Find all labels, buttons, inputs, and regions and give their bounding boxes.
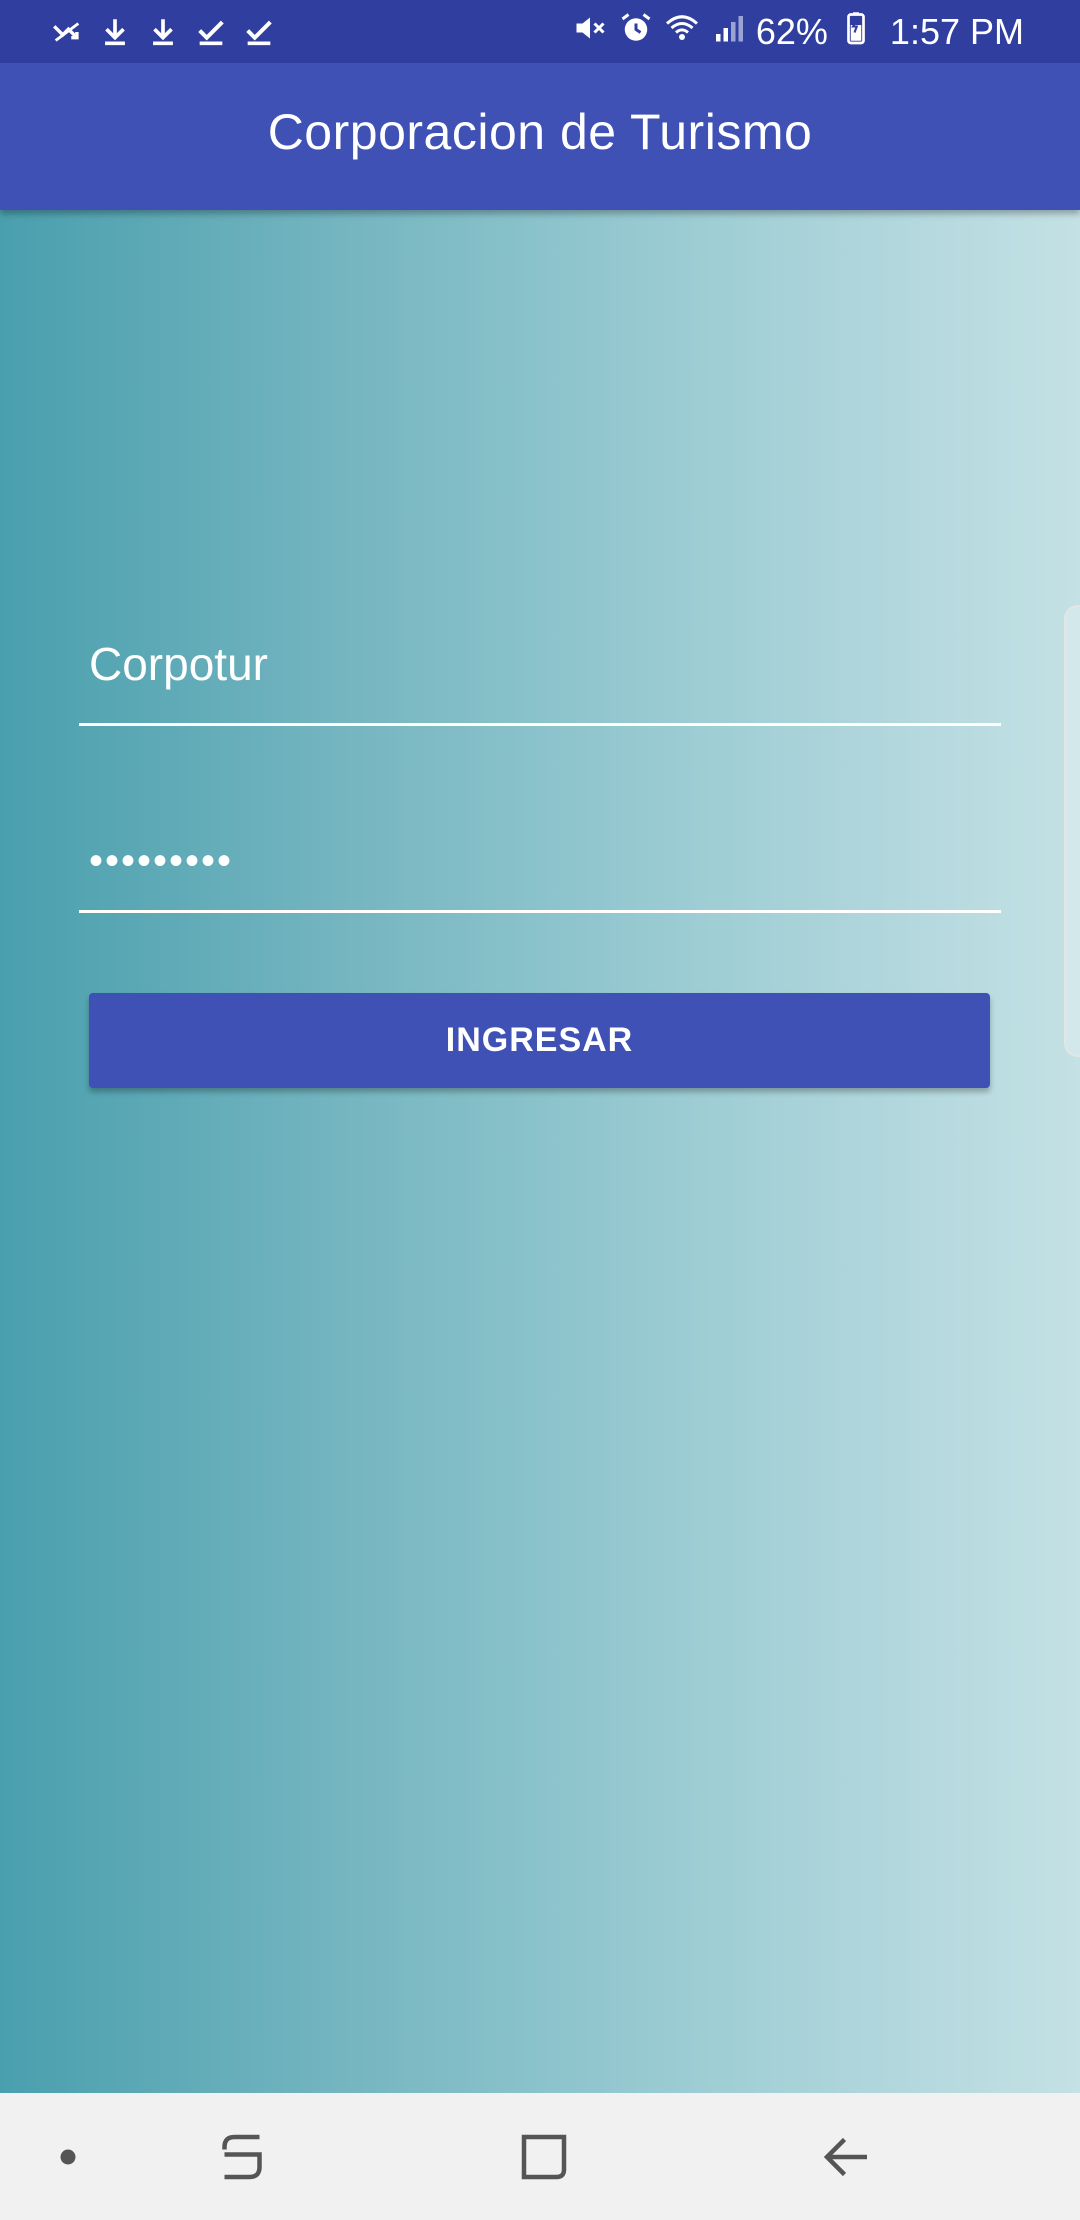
login-screen: Corpotur ••••••••• INGRESAR bbox=[0, 210, 1080, 2093]
check-icon bbox=[242, 15, 276, 49]
username-value: Corpotur bbox=[89, 638, 268, 690]
wifi-icon bbox=[664, 10, 700, 55]
app-title: Corporacion de Turismo bbox=[267, 104, 813, 160]
download-icon bbox=[146, 15, 180, 49]
password-field[interactable]: ••••••••• bbox=[79, 800, 1001, 913]
notification-icons bbox=[50, 12, 276, 52]
download-icon bbox=[98, 15, 132, 49]
screen: 62% 1:57 PM Corporacion de Turismo Corpo… bbox=[0, 0, 1080, 2220]
alarm-icon bbox=[618, 10, 654, 55]
battery-icon bbox=[838, 10, 874, 55]
recents-icon[interactable] bbox=[206, 2121, 278, 2193]
app-bar: Corporacion de Turismo bbox=[0, 63, 1080, 210]
check-icon bbox=[194, 15, 228, 49]
system-icons: 62% 1:57 PM bbox=[572, 10, 1024, 54]
clock: 1:57 PM bbox=[889, 11, 1024, 52]
home-icon[interactable] bbox=[508, 2121, 580, 2193]
signal-icon bbox=[710, 10, 746, 55]
username-field[interactable]: Corpotur bbox=[79, 613, 1001, 726]
status-bar: 62% 1:57 PM bbox=[0, 0, 1080, 63]
navigation-bar bbox=[0, 2093, 1080, 2220]
login-button[interactable]: INGRESAR bbox=[89, 993, 990, 1088]
mute-icon bbox=[572, 10, 608, 55]
battery-percent: 62% bbox=[755, 11, 828, 52]
password-value: ••••••••• bbox=[89, 839, 234, 883]
back-icon[interactable] bbox=[811, 2121, 883, 2193]
edge-panel-handle[interactable] bbox=[1064, 605, 1080, 1057]
dot-icon[interactable] bbox=[32, 2121, 104, 2193]
login-button-label: INGRESAR bbox=[445, 1021, 634, 1059]
missed-call-icon bbox=[50, 15, 84, 49]
